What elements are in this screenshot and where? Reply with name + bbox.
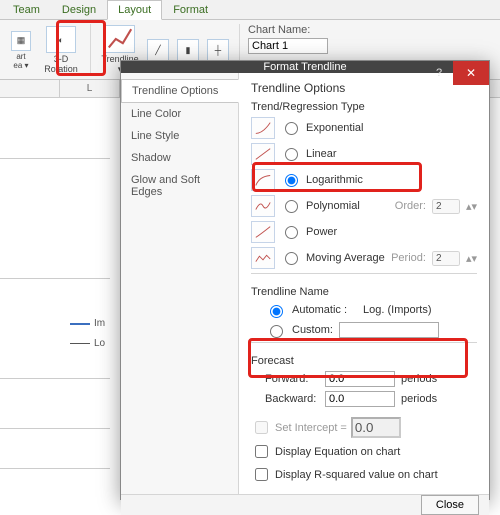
option-power[interactable]: Power: [251, 219, 477, 245]
radio-linear[interactable]: [285, 148, 298, 161]
moving-average-icon: [251, 247, 275, 269]
period-input: [432, 251, 460, 266]
backward-input[interactable]: [325, 391, 395, 407]
dialog-close-icon[interactable]: ✕: [453, 61, 489, 85]
nav-line-color[interactable]: Line Color: [121, 103, 238, 125]
ribbon-tabs: Team Design Layout Format: [0, 0, 500, 20]
chart-area-button[interactable]: ▦ art ea ▾: [6, 25, 36, 75]
display-r2-row[interactable]: Display R-squared value on chart: [251, 463, 477, 486]
dialog-nav: Trendline Options Line Color Line Style …: [121, 73, 239, 494]
nav-trendline-options[interactable]: Trendline Options: [121, 79, 239, 103]
tab-design[interactable]: Design: [51, 0, 107, 19]
lines-icon: ╱: [147, 39, 169, 61]
option-linear[interactable]: Linear: [251, 141, 477, 167]
tab-team[interactable]: Team: [2, 0, 51, 19]
legend-item-1: Im: [70, 318, 110, 329]
nav-shadow[interactable]: Shadow: [121, 147, 238, 169]
legend-item-2: Lo: [70, 338, 110, 349]
regression-type-label: Trend/Regression Type: [251, 101, 477, 113]
intercept-input: [351, 417, 401, 438]
rotation-button[interactable]: ◐ 3-D Rotation: [40, 25, 82, 75]
display-equation-row[interactable]: Display Equation on chart: [251, 440, 477, 463]
radio-moving-average[interactable]: [285, 252, 298, 265]
dialog-title: Format Trendline: [263, 61, 346, 73]
close-button[interactable]: Close: [421, 495, 479, 515]
checkbox-set-intercept: [255, 421, 268, 434]
forecast-label: Forecast: [251, 355, 477, 367]
radio-polynomial[interactable]: [285, 200, 298, 213]
radio-logarithmic[interactable]: [285, 174, 298, 187]
custom-name-input[interactable]: [339, 322, 439, 338]
chart-name-group: Chart Name:: [248, 24, 328, 54]
col-header[interactable]: [0, 80, 60, 97]
polynomial-icon: [251, 195, 275, 217]
forward-input[interactable]: [325, 371, 395, 387]
nav-line-style[interactable]: Line Style: [121, 125, 238, 147]
radio-exponential[interactable]: [285, 122, 298, 135]
chart-name-label: Chart Name:: [248, 24, 328, 36]
set-intercept-row: Set Intercept =: [251, 415, 477, 440]
dialog-titlebar: Format Trendline ? ✕: [121, 61, 489, 73]
order-input: [432, 199, 460, 214]
nav-glow[interactable]: Glow and Soft Edges: [121, 169, 238, 203]
linear-icon: [251, 143, 275, 165]
dialog-body: Trendline Options Line Color Line Style …: [121, 73, 489, 494]
updown-bars-icon: ▮: [177, 39, 199, 61]
radio-custom[interactable]: [270, 325, 283, 338]
col-header-L[interactable]: L: [60, 80, 120, 97]
name-custom-row[interactable]: Custom:: [251, 320, 477, 340]
option-moving-average[interactable]: Moving Average Period: ▴▾: [251, 245, 477, 271]
checkbox-display-equation[interactable]: [255, 445, 268, 458]
radio-power[interactable]: [285, 226, 298, 239]
chart-area-icon: ▦: [11, 31, 31, 51]
logarithmic-icon: [251, 169, 275, 191]
legend-line-icon: [70, 343, 90, 344]
dialog-main: Trendline Options Trend/Regression Type …: [239, 73, 489, 494]
trendline-name-label: Trendline Name: [251, 286, 477, 298]
dialog-footer: Close: [121, 494, 489, 515]
legend-line-icon: [70, 323, 90, 325]
option-exponential[interactable]: Exponential: [251, 115, 477, 141]
checkbox-display-r2[interactable]: [255, 468, 268, 481]
error-bars-icon: ┼: [207, 39, 229, 61]
forecast-forward-row: Forward: periods: [251, 369, 477, 389]
rotation-icon: ◐: [46, 26, 76, 53]
option-polynomial[interactable]: Polynomial Order: ▴▾: [251, 193, 477, 219]
spinner-icon: ▴▾: [466, 200, 477, 213]
name-automatic-row[interactable]: Automatic : Log. (Imports): [251, 300, 477, 320]
radio-automatic[interactable]: [270, 305, 283, 318]
format-trendline-dialog: Format Trendline ? ✕ Trendline Options L…: [120, 60, 490, 500]
power-icon: [251, 221, 275, 243]
spinner-icon: ▴▾: [466, 252, 477, 265]
ribbon-group-1: ▦ art ea ▾ ◐ 3-D Rotation: [6, 24, 91, 76]
exponential-icon: [251, 117, 275, 139]
chart-name-input[interactable]: [248, 38, 328, 54]
option-logarithmic[interactable]: Logarithmic: [251, 167, 477, 193]
tab-layout[interactable]: Layout: [107, 0, 162, 20]
dialog-help-icon[interactable]: ?: [429, 61, 449, 85]
trendline-icon: [105, 25, 135, 53]
tab-format[interactable]: Format: [162, 0, 219, 19]
forecast-backward-row: Backward: periods: [251, 389, 477, 409]
